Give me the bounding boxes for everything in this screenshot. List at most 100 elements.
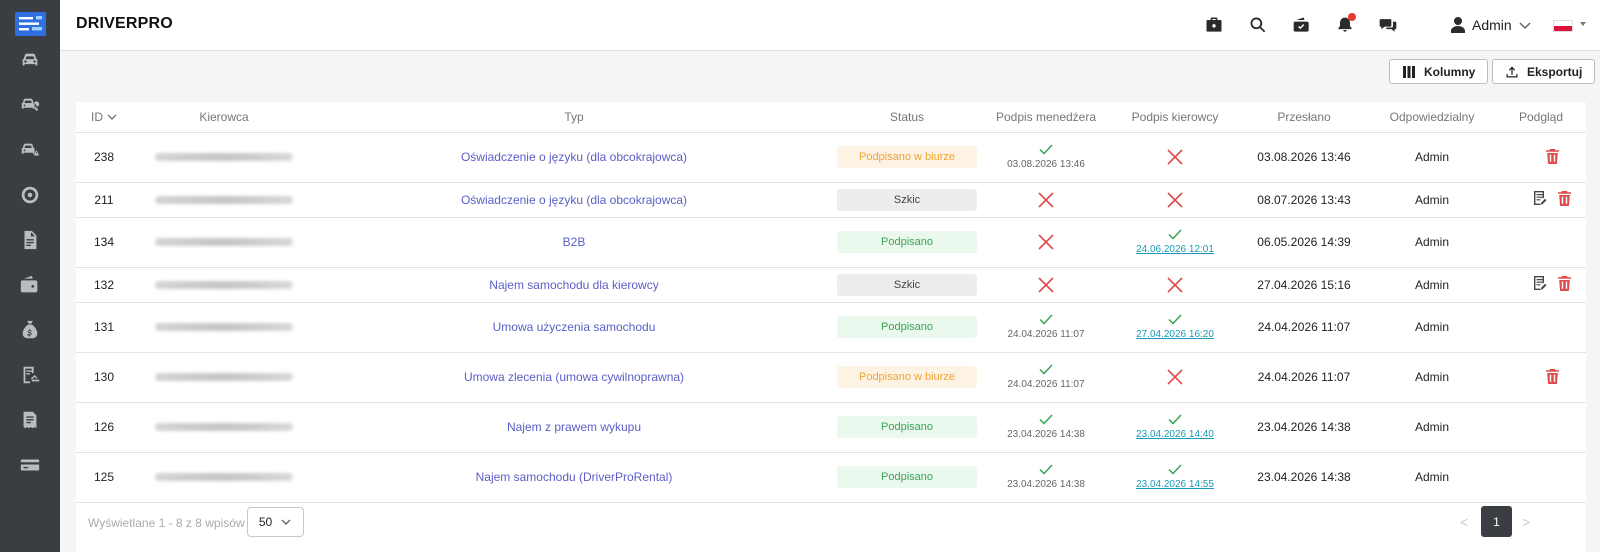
status-badge: Podpisano w biurze [837,146,977,168]
delete-button[interactable] [1545,368,1560,387]
document-type-link[interactable]: Najem z prawem wykupu [507,420,641,434]
sidebar-item-payments[interactable] [16,318,44,342]
cell-preview [1496,217,1586,268]
cell-manager-signature: 23.04.2026 14:38 [982,452,1110,503]
driver-signature-link[interactable]: 23.04.2026 14:55 [1136,479,1214,490]
cell-type: Najem z prawem wykupu [316,402,832,453]
document-type-link[interactable]: Oświadczenie o języku (dla obcokrajowca) [461,193,687,207]
status-badge: Szkic [837,188,977,211]
cell-responsible: Admin [1368,302,1496,353]
briefcase-button[interactable] [1203,14,1225,36]
cell-manager-signature [982,217,1110,268]
cell-type: Najem samochodu dla kierowcy [316,267,832,303]
check-icon [1168,314,1182,325]
table-row: 125 Najem samochodu (DriverProRental) Po… [76,452,1586,503]
cell-id: 126 [76,402,132,453]
delete-button[interactable] [1557,275,1572,294]
cell-id: 238 [76,132,132,183]
cell-type: B2B [316,217,832,268]
cell-status: Szkic [832,182,982,218]
cell-sent: 03.08.2026 13:46 [1240,132,1368,183]
manager-signature-date: 24.04.2026 11:07 [1007,329,1085,340]
status-badge: Podpisano [837,316,977,338]
cell-manager-signature: 24.04.2026 11:07 [982,302,1110,353]
search-button[interactable] [1247,14,1269,36]
language-flag-poland[interactable] [1553,20,1573,32]
cell-preview [1496,352,1586,403]
top-header: DRIVERPRO Admin [60,0,1600,51]
cell-id: 130 [76,352,132,403]
wallet-check-button[interactable] [1291,14,1313,36]
export-button[interactable]: Eksportuj [1492,59,1596,84]
sidebar-item-car-issues[interactable] [16,138,44,162]
cell-preview [1496,302,1586,353]
sidebar-item-cards[interactable] [16,453,44,477]
manager-signature-date: 23.04.2026 14:38 [1007,479,1085,490]
sidebar-item-documents[interactable] [16,228,44,252]
cross-icon [1167,276,1183,293]
delete-button[interactable] [1557,190,1572,209]
document-type-link[interactable]: Umowa użyczenia samochodu [493,320,656,334]
status-badge: Podpisano [837,466,977,488]
edit-button[interactable] [1532,190,1547,209]
sidebar-item-invoices[interactable] [16,408,44,432]
document-type-link[interactable]: Umowa zlecenia (umowa cywilnoprawna) [464,370,684,384]
driver-signature-link[interactable]: 27.04.2026 16:20 [1136,329,1214,340]
page-size-select[interactable]: 50 [247,507,304,537]
document-type-link[interactable]: Oświadczenie o języku (dla obcokrajowca) [461,150,687,164]
cell-driver-signature: 27.04.2026 16:20 [1110,302,1240,353]
sidebar-item-tires[interactable] [16,183,44,207]
document-type-link[interactable]: Najem samochodu dla kierowcy [489,278,658,292]
cell-responsible: Admin [1368,132,1496,183]
driver-signature-link[interactable]: 24.06.2026 12:01 [1136,244,1214,255]
cell-preview [1496,452,1586,503]
column-header-driver: Kierowca [132,102,316,133]
cell-type: Najem samochodu (DriverProRental) [316,452,832,503]
column-header-id[interactable]: ID [76,102,132,133]
cross-icon [1167,191,1183,208]
chevron-down-icon [281,519,291,525]
app-logo-icon[interactable] [15,12,46,36]
columns-button[interactable]: Kolumny [1389,59,1489,84]
cell-preview [1496,132,1586,183]
status-badge: Podpisano [837,231,977,253]
cell-driver-signature [1110,352,1240,403]
column-header-responsible: Odpowiedzialny [1368,102,1496,133]
cell-sent: 24.04.2026 11:07 [1240,352,1368,403]
cell-responsible: Admin [1368,352,1496,403]
chat-button[interactable] [1377,14,1399,36]
cell-driver-signature [1110,267,1240,303]
cell-sent: 27.04.2026 15:16 [1240,267,1368,303]
status-badge: Szkic [837,273,977,296]
pagination-page-1[interactable]: 1 [1481,506,1512,537]
edit-button[interactable] [1532,275,1547,294]
driver-name-blurred [155,238,293,246]
document-type-link[interactable]: Najem samochodu (DriverProRental) [476,470,673,484]
document-type-link[interactable]: B2B [563,235,586,249]
pagination-next[interactable]: > [1522,514,1530,530]
cell-type: Umowa zlecenia (umowa cywilnoprawna) [316,352,832,403]
briefcase-icon [1206,17,1222,32]
cell-driver-signature [1110,182,1240,218]
driver-signature-link[interactable]: 23.04.2026 14:40 [1136,429,1214,440]
check-icon [1039,414,1053,425]
chevron-down-icon [1519,22,1531,30]
notifications-button[interactable] [1334,13,1356,36]
sidebar-item-finances[interactable] [16,273,44,297]
caret-down-icon[interactable] [1580,22,1586,26]
sidebar-item-car-documents[interactable] [16,363,44,387]
cell-driver [132,267,316,303]
column-header-sent: Przesłano [1240,102,1368,133]
edit-document-icon [1534,276,1547,290]
cell-driver-signature: 23.04.2026 14:55 [1110,452,1240,503]
pagination-prev[interactable]: < [1460,514,1468,530]
delete-button[interactable] [1545,148,1560,167]
column-header-manager-signature: Podpis menedżera [982,102,1110,133]
cell-type: Oświadczenie o języku (dla obcokrajowca) [316,182,832,218]
cell-responsible: Admin [1368,182,1496,218]
sidebar-item-cars[interactable] [16,48,44,72]
cross-icon [1167,369,1183,385]
cell-manager-signature [982,267,1110,303]
user-menu[interactable]: Admin [1450,14,1532,36]
sidebar-item-car-service[interactable] [16,93,44,117]
